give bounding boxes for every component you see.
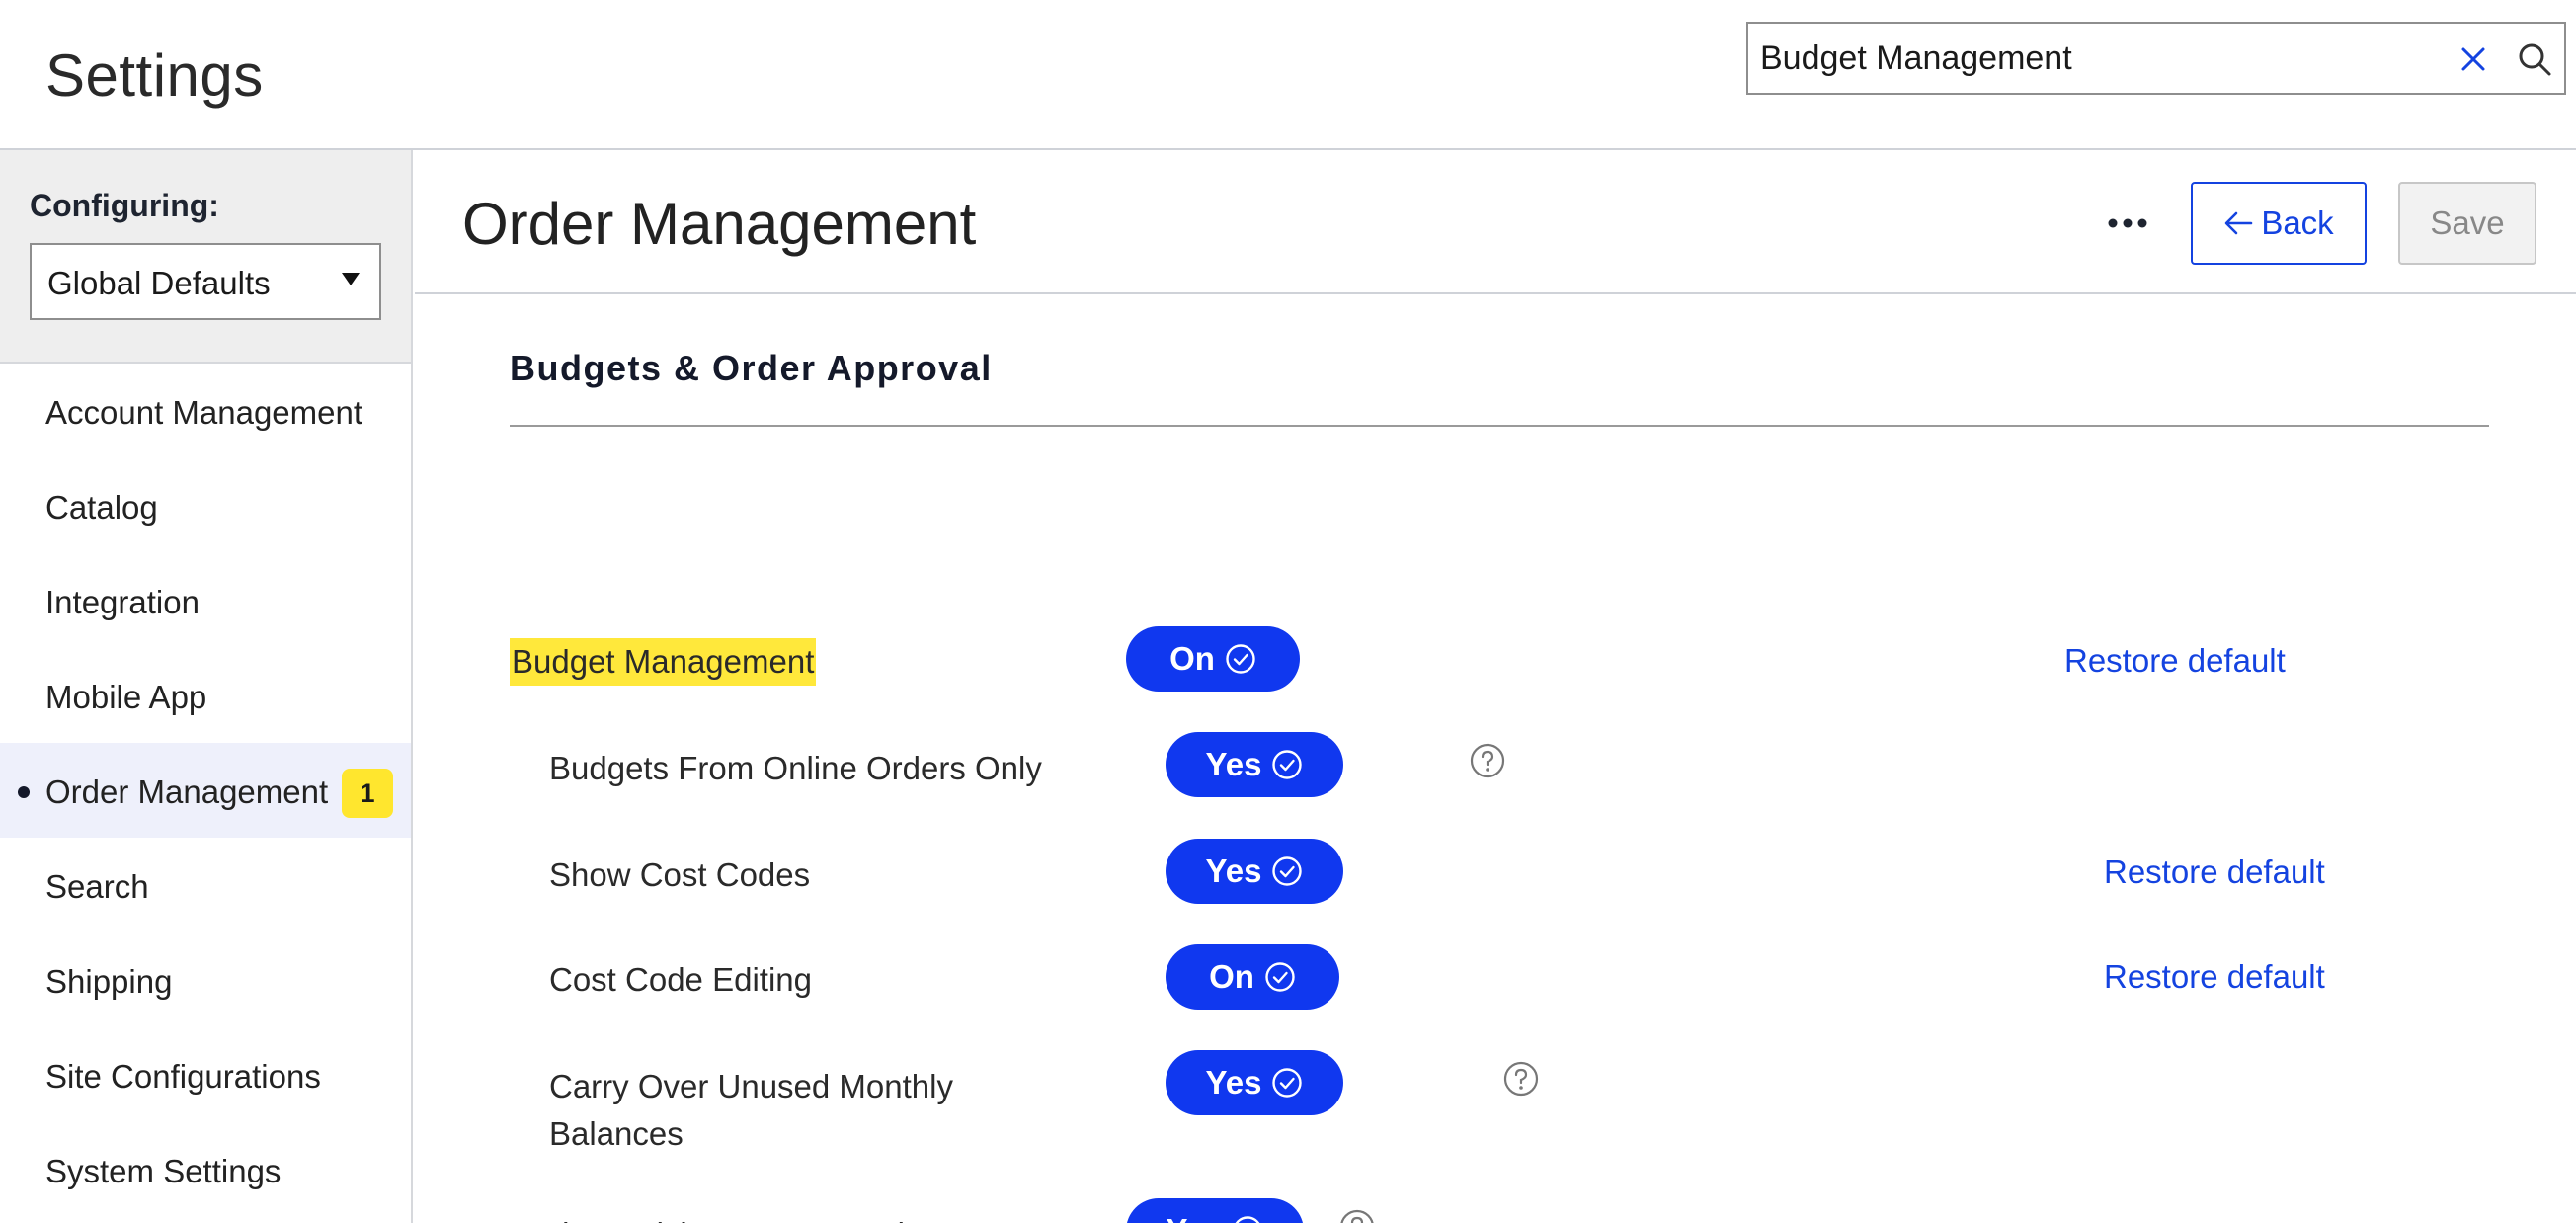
help-icon[interactable] bbox=[1339, 1209, 1375, 1223]
configuring-select[interactable]: Global Defaults bbox=[30, 243, 381, 320]
close-icon[interactable] bbox=[2450, 36, 2497, 83]
toggle-label: On bbox=[1169, 640, 1215, 677]
setting-label-carry-over-unused-monthly-balances: Carry Over Unused Monthly Balances bbox=[549, 1063, 953, 1158]
toggle-label: Yes bbox=[1167, 1212, 1223, 1223]
setting-label-line: Carry Over Unused Monthly bbox=[549, 1068, 953, 1104]
search-input[interactable] bbox=[1760, 34, 2412, 83]
budget-management-toggle[interactable]: On bbox=[1126, 626, 1300, 692]
active-dot-icon bbox=[18, 786, 30, 798]
section-divider bbox=[510, 425, 2489, 427]
back-button[interactable]: Back bbox=[2191, 182, 2367, 265]
sidebar-item-search[interactable]: Search bbox=[0, 838, 411, 933]
sidebar-item-label: System Settings bbox=[45, 1153, 282, 1189]
cost-code-editing-toggle[interactable]: On bbox=[1166, 944, 1339, 1010]
page-header: Order Management Back Save bbox=[415, 150, 2576, 294]
settings-nav: Account Management Catalog Integration M… bbox=[0, 364, 411, 1217]
toggle-label: On bbox=[1209, 958, 1254, 995]
configuring-label: Configuring: bbox=[30, 188, 219, 223]
more-options-icon[interactable] bbox=[2098, 194, 2157, 253]
setting-label-budget-management: Budget Management bbox=[510, 638, 817, 686]
configuring-select-value: Global Defaults bbox=[47, 265, 271, 301]
sidebar-item-integration[interactable]: Integration bbox=[0, 553, 411, 648]
sidebar-item-label: Search bbox=[45, 868, 149, 905]
setting-label-budgets-from-online-orders-only: Budgets From Online Orders Only bbox=[549, 750, 1042, 786]
setting-label-update-pricing-on-approval: Update Pricing on Approval bbox=[510, 1211, 905, 1223]
check-circle-icon bbox=[1265, 962, 1295, 992]
restore-default-link[interactable]: Restore default bbox=[2104, 854, 2325, 891]
restore-default-link[interactable]: Restore default bbox=[2104, 958, 2325, 996]
toggle-label: Yes bbox=[1205, 746, 1262, 782]
search-box bbox=[1746, 22, 2566, 95]
update-pricing-on-approval-toggle[interactable]: Yes bbox=[1126, 1198, 1304, 1223]
page-title: Order Management bbox=[462, 191, 977, 257]
carry-over-unused-monthly-balances-toggle[interactable]: Yes bbox=[1166, 1050, 1343, 1115]
setting-label-show-cost-codes: Show Cost Codes bbox=[549, 856, 811, 893]
toggle-label: Yes bbox=[1205, 1064, 1262, 1101]
check-circle-icon bbox=[1272, 1068, 1303, 1098]
section-title: Budgets & Order Approval bbox=[510, 348, 993, 388]
sidebar-item-site-configurations[interactable]: Site Configurations bbox=[0, 1027, 411, 1122]
sidebar-item-account-management[interactable]: Account Management bbox=[0, 364, 411, 458]
sidebar-item-system-settings[interactable]: System Settings bbox=[0, 1122, 411, 1217]
check-circle-icon bbox=[1226, 644, 1255, 674]
back-button-label: Back bbox=[2261, 204, 2334, 241]
help-icon[interactable] bbox=[1503, 1061, 1539, 1097]
budgets-from-online-orders-only-toggle[interactable]: Yes bbox=[1166, 732, 1343, 797]
sidebar-item-order-management[interactable]: Order Management 1 bbox=[0, 743, 411, 838]
sidebar-item-catalog[interactable]: Catalog bbox=[0, 458, 411, 553]
app-title: Settings bbox=[45, 42, 264, 109]
save-button[interactable]: Save bbox=[2398, 182, 2536, 265]
sidebar-item-label: Catalog bbox=[45, 489, 158, 526]
check-circle-icon bbox=[1272, 856, 1303, 886]
configuring-panel: Configuring: Global Defaults bbox=[0, 150, 411, 364]
toggle-label: Yes bbox=[1205, 853, 1262, 889]
top-bar: Settings bbox=[0, 0, 2576, 150]
check-circle-icon bbox=[1272, 750, 1303, 779]
sidebar-item-label: Shipping bbox=[45, 963, 173, 1000]
setting-label-line: Balances bbox=[549, 1115, 684, 1152]
sidebar: Configuring: Global Defaults Account Man… bbox=[0, 150, 413, 1223]
show-cost-codes-toggle[interactable]: Yes bbox=[1166, 839, 1343, 904]
check-circle-icon bbox=[1236, 1216, 1260, 1223]
sidebar-item-shipping[interactable]: Shipping bbox=[0, 933, 411, 1027]
sidebar-item-label: Order Management bbox=[45, 774, 329, 810]
sidebar-item-mobile-app[interactable]: Mobile App bbox=[0, 648, 411, 743]
setting-label-cost-code-editing: Cost Code Editing bbox=[549, 961, 812, 998]
sidebar-item-label: Account Management bbox=[45, 394, 363, 431]
search-icon[interactable] bbox=[2511, 36, 2558, 83]
sidebar-item-label: Mobile App bbox=[45, 679, 207, 715]
sidebar-item-label: Integration bbox=[45, 584, 200, 620]
arrow-left-icon bbox=[2225, 211, 2253, 235]
help-icon[interactable] bbox=[1470, 743, 1505, 778]
sidebar-item-label: Site Configurations bbox=[45, 1058, 321, 1095]
restore-default-link[interactable]: Restore default bbox=[2064, 642, 2286, 680]
count-badge: 1 bbox=[342, 769, 393, 818]
caret-down-icon bbox=[342, 273, 360, 285]
main-content: Order Management Back Save Budgets & Ord… bbox=[415, 150, 2576, 1223]
